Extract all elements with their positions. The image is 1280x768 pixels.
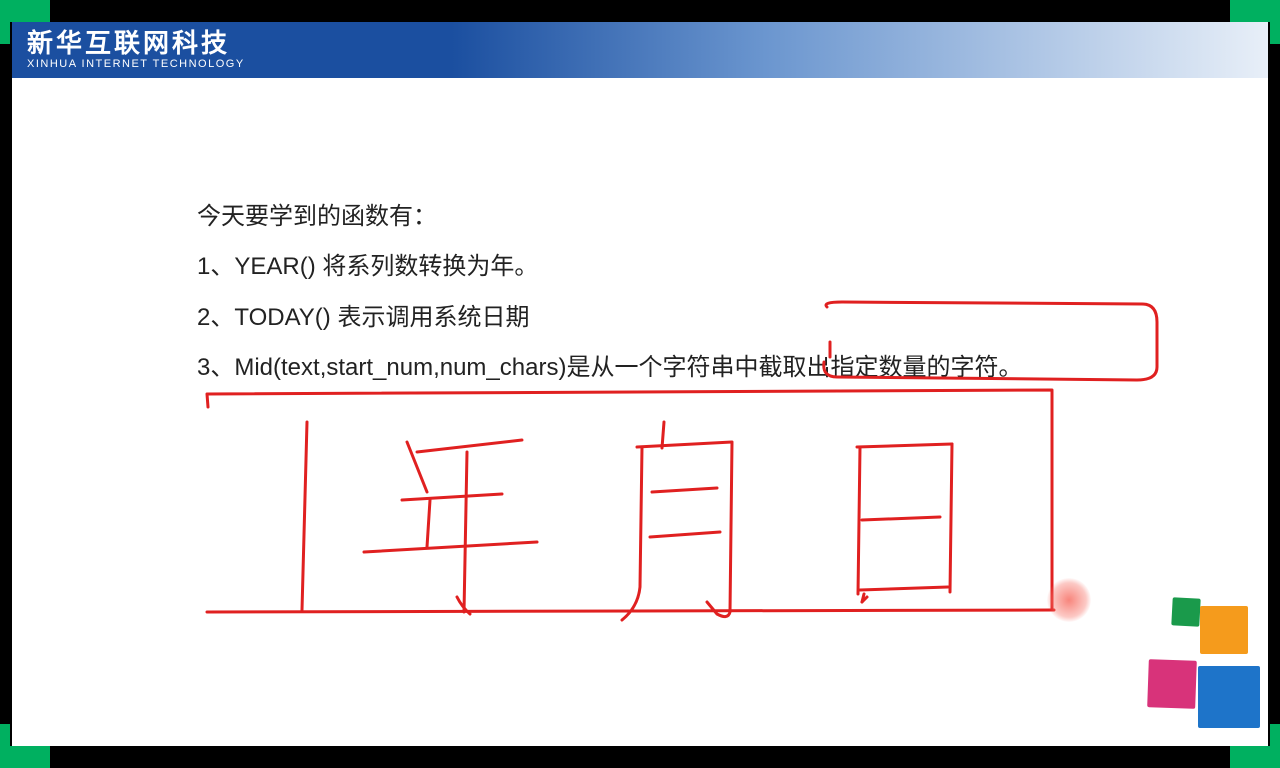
big-box-annotation [207,390,1054,612]
item-2: 2、TODAY() 表示调用系统日期 [197,293,1022,343]
frame-corner-tl [0,0,50,22]
handwritten-char-year [364,440,537,614]
frame-corner-bl-side [0,724,10,746]
item-1: 1、YEAR() 将系列数转换为年。 [197,242,1022,292]
frame-corner-bl [0,746,50,768]
deco-square-green [1171,597,1200,626]
item-3: 3、Mid(text,start_num,num_chars)是从一个字符串中截… [197,343,1022,393]
frame-corner-br-side [1270,724,1280,746]
handwritten-char-month [622,422,732,620]
handwritten-char-day [857,444,952,602]
deco-square-pink [1147,659,1197,709]
deco-square-blue [1198,666,1260,728]
frame-corner-br [1230,746,1280,768]
frame-corner-tr-side [1270,22,1280,44]
deco-square-orange [1200,606,1248,654]
frame-corner-tr [1230,0,1280,22]
logo-chinese: 新华互联网科技 [27,30,245,56]
frame-corner-tl-side [0,22,10,44]
logo-english: XINHUA INTERNET TECHNOLOGY [27,58,245,70]
slide: 新华互联网科技 XINHUA INTERNET TECHNOLOGY 今天要学到… [12,22,1268,746]
intro-line: 今天要学到的函数有： [197,192,1022,242]
slide-content: 今天要学到的函数有： 1、YEAR() 将系列数转换为年。 2、TODAY() … [197,192,1022,394]
laser-pointer [1047,578,1091,622]
handwritten-stroke-1 [302,422,307,610]
slide-header: 新华互联网科技 XINHUA INTERNET TECHNOLOGY [12,22,1268,78]
